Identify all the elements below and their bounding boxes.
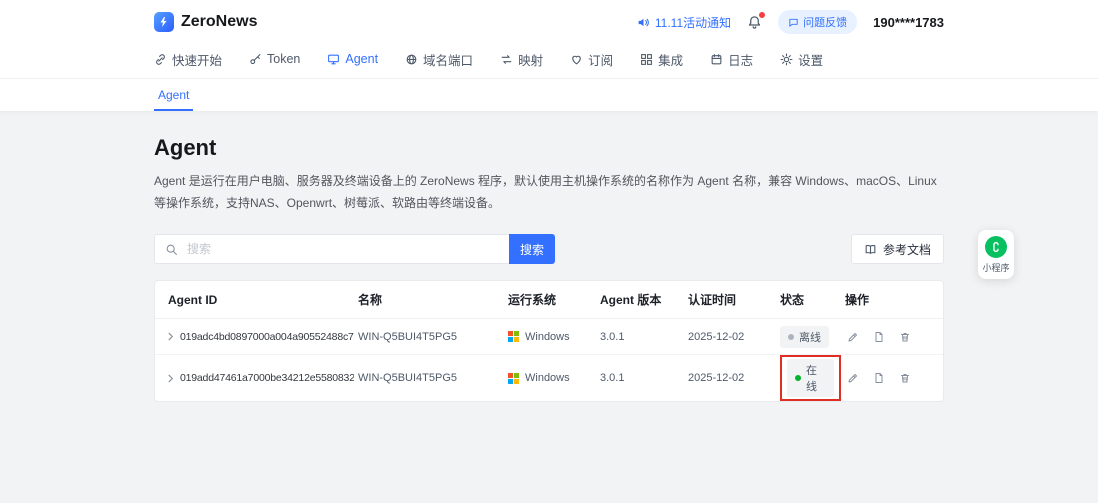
reference-docs-button[interactable]: 参考文档 bbox=[851, 234, 944, 264]
heart-icon bbox=[570, 53, 583, 66]
auth-time-value: 2025-12-02 bbox=[688, 355, 780, 402]
link-icon bbox=[154, 53, 167, 66]
detail-doc-button[interactable] bbox=[871, 370, 887, 386]
tab-agent[interactable]: Agent bbox=[154, 79, 193, 111]
col-os: 运行系统 bbox=[508, 281, 600, 319]
agent-id-value: 019adc4bd0897000a004a90552488c71 bbox=[180, 331, 354, 343]
account-phone[interactable]: 190****1783 bbox=[873, 15, 944, 30]
online-dot-icon bbox=[795, 375, 801, 381]
speaker-icon bbox=[637, 16, 650, 29]
app-header: ZeroNews 11.11活动通知 问题反馈 bbox=[0, 0, 1098, 111]
nav-item-domain-port[interactable]: 域名端口 bbox=[405, 50, 473, 69]
auth-time-value: 2025-12-02 bbox=[688, 319, 780, 355]
table-row: 019add47461a7000be34212e55808322 WIN-Q5B… bbox=[155, 355, 943, 402]
toolbar: 搜索 参考文档 bbox=[154, 234, 944, 264]
agent-name-value: WIN-Q5BUI4T5PG5 bbox=[358, 355, 508, 402]
table-row: 019adc4bd0897000a004a90552488c71 WIN-Q5B… bbox=[155, 319, 943, 355]
status-badge-offline: 离线 bbox=[780, 326, 829, 348]
col-status: 状态 bbox=[780, 281, 845, 319]
monitor-icon bbox=[327, 53, 340, 66]
chat-icon bbox=[788, 17, 799, 28]
log-icon bbox=[710, 53, 723, 66]
agent-table-card: Agent ID 名称 运行系统 Agent 版本 认证时间 状态 操作 bbox=[154, 280, 944, 402]
brand: ZeroNews bbox=[154, 12, 257, 32]
mini-program-label: 小程序 bbox=[982, 261, 1009, 274]
nav-item-mapping[interactable]: 映射 bbox=[500, 50, 543, 69]
main-content: Agent Agent 是运行在用户电脑、服务器及终端设备上的 ZeroNews… bbox=[0, 111, 1098, 402]
key-icon bbox=[249, 53, 262, 66]
status-badge-online: 在线 bbox=[787, 359, 834, 397]
delete-button[interactable] bbox=[897, 329, 913, 345]
agent-name-value: WIN-Q5BUI4T5PG5 bbox=[358, 319, 508, 355]
gear-icon bbox=[780, 53, 793, 66]
version-value: 3.0.1 bbox=[600, 319, 688, 355]
search-box bbox=[154, 234, 509, 264]
search-input[interactable] bbox=[185, 241, 499, 257]
swap-icon bbox=[500, 53, 513, 66]
col-version: Agent 版本 bbox=[600, 281, 688, 319]
brand-name: ZeroNews bbox=[181, 13, 257, 31]
nav-item-logs[interactable]: 日志 bbox=[710, 50, 753, 69]
search-icon bbox=[165, 243, 178, 256]
windows-icon bbox=[508, 331, 519, 342]
grid-icon bbox=[640, 53, 653, 66]
globe-icon bbox=[405, 53, 418, 66]
expand-chevron-icon[interactable] bbox=[165, 331, 176, 342]
windows-icon bbox=[508, 373, 519, 384]
col-actions: 操作 bbox=[845, 281, 943, 319]
notification-badge bbox=[759, 12, 765, 18]
edit-button[interactable] bbox=[845, 329, 861, 345]
announcement-link[interactable]: 11.11活动通知 bbox=[637, 14, 731, 31]
main-nav: 快速开始 Token Agent 域名端口 映射 订阅 bbox=[154, 40, 944, 78]
nav-item-token[interactable]: Token bbox=[249, 52, 300, 66]
detail-doc-button[interactable] bbox=[871, 329, 887, 345]
delete-button[interactable] bbox=[897, 370, 913, 386]
version-value: 3.0.1 bbox=[600, 355, 688, 402]
page-title: Agent bbox=[154, 135, 944, 161]
zeronews-logo-icon bbox=[154, 12, 174, 32]
feedback-button[interactable]: 问题反馈 bbox=[778, 10, 857, 34]
os-value: Windows bbox=[525, 331, 570, 343]
expand-chevron-icon[interactable] bbox=[165, 373, 176, 384]
col-name: 名称 bbox=[358, 281, 508, 319]
annotation-highlight-box: 在线 bbox=[780, 355, 841, 401]
mini-program-widget[interactable]: 小程序 bbox=[978, 230, 1014, 279]
nav-item-agent[interactable]: Agent bbox=[327, 52, 378, 66]
notification-bell-icon[interactable] bbox=[747, 15, 762, 30]
nav-item-quick-start[interactable]: 快速开始 bbox=[154, 50, 222, 69]
sub-nav: Agent bbox=[0, 79, 1098, 111]
search-button[interactable]: 搜索 bbox=[509, 234, 555, 264]
os-value: Windows bbox=[525, 372, 570, 384]
nav-item-subscription[interactable]: 订阅 bbox=[570, 50, 613, 69]
wechat-miniprogram-icon bbox=[985, 236, 1007, 258]
col-agent-id: Agent ID bbox=[155, 281, 358, 319]
book-icon bbox=[864, 243, 877, 256]
agent-table: Agent ID 名称 运行系统 Agent 版本 认证时间 状态 操作 bbox=[155, 281, 943, 401]
table-header-row: Agent ID 名称 运行系统 Agent 版本 认证时间 状态 操作 bbox=[155, 281, 943, 319]
page-description: Agent 是运行在用户电脑、服务器及终端设备上的 ZeroNews 程序，默认… bbox=[154, 171, 944, 214]
nav-item-settings[interactable]: 设置 bbox=[780, 50, 823, 69]
agent-id-value: 019add47461a7000be34212e55808322 bbox=[180, 372, 354, 384]
nav-item-integration[interactable]: 集成 bbox=[640, 50, 683, 69]
offline-dot-icon bbox=[788, 334, 794, 340]
col-auth-time: 认证时间 bbox=[688, 281, 780, 319]
edit-button[interactable] bbox=[845, 370, 861, 386]
